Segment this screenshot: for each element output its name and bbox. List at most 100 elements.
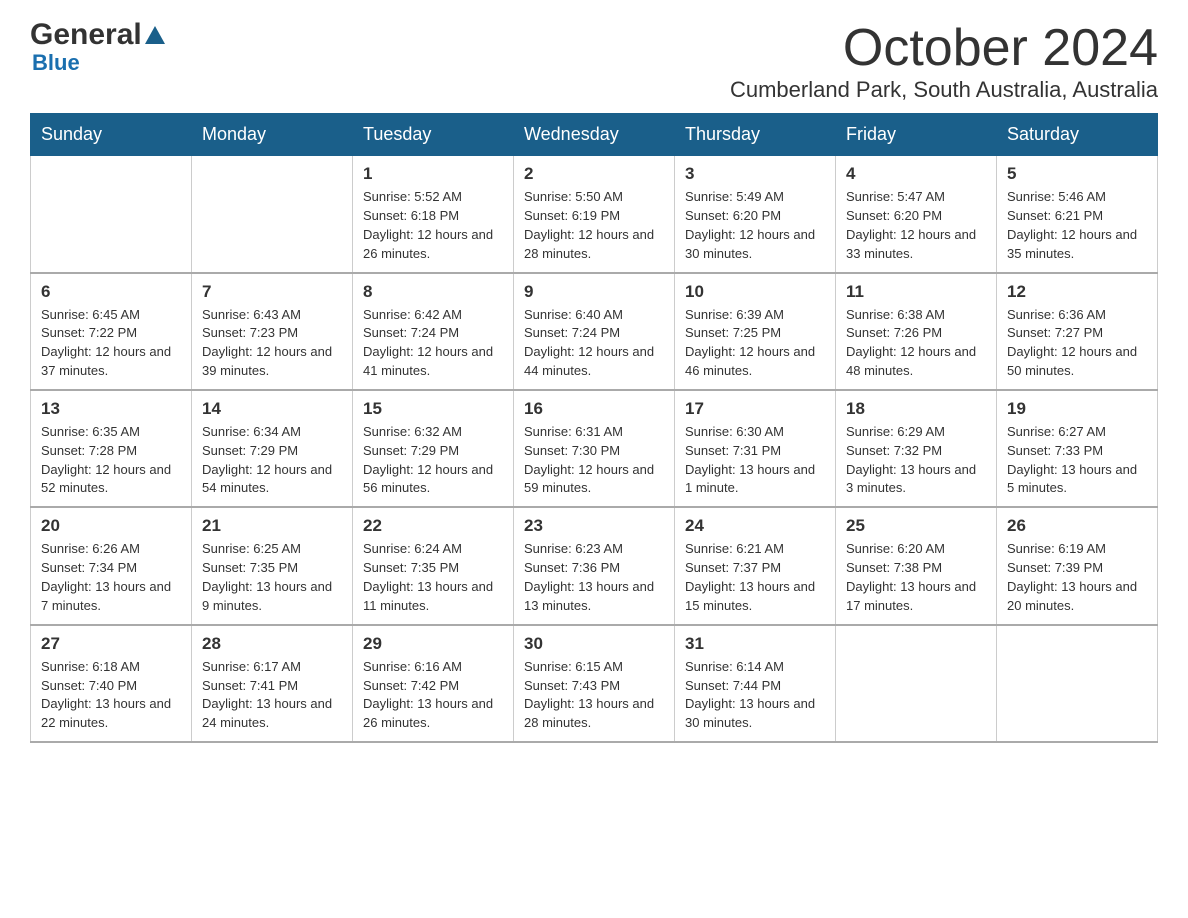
day-info: Sunrise: 5:46 AM Sunset: 6:21 PM Dayligh… — [1007, 188, 1147, 263]
calendar-cell — [836, 625, 997, 742]
day-info: Sunrise: 6:31 AM Sunset: 7:30 PM Dayligh… — [524, 423, 664, 498]
day-number: 19 — [1007, 399, 1147, 419]
title-area: October 2024 Cumberland Park, South Aust… — [730, 20, 1158, 103]
day-info: Sunrise: 6:18 AM Sunset: 7:40 PM Dayligh… — [41, 658, 181, 733]
calendar-cell: 28 Sunrise: 6:17 AM Sunset: 7:41 PM Dayli… — [192, 625, 353, 742]
month-title: October 2024 — [730, 20, 1158, 77]
calendar-cell: 26Sunrise: 6:19 AM Sunset: 7:39 PM Dayli… — [997, 507, 1158, 624]
day-number: 8 — [363, 282, 503, 302]
day-info: Sunrise: 6:29 AM Sunset: 7:32 PM Dayligh… — [846, 423, 986, 498]
day-info: Sunrise: 6:16 AM Sunset: 7:42 PM Dayligh… — [363, 658, 503, 733]
day-number: 26 — [1007, 516, 1147, 536]
day-number: 10 — [685, 282, 825, 302]
day-info: Sunrise: 6:35 AM Sunset: 7:28 PM Dayligh… — [41, 423, 181, 498]
day-info: Sunrise: 6:27 AM Sunset: 7:33 PM Dayligh… — [1007, 423, 1147, 498]
day-number: 2 — [524, 164, 664, 184]
day-info: Sunrise: 6:15 AM Sunset: 7:43 PM Dayligh… — [524, 658, 664, 733]
day-info: Sunrise: 6:38 AM Sunset: 7:26 PM Dayligh… — [846, 306, 986, 381]
day-number: 24 — [685, 516, 825, 536]
day-number: 17 — [685, 399, 825, 419]
col-header-saturday: Saturday — [997, 114, 1158, 156]
col-header-tuesday: Tuesday — [353, 114, 514, 156]
calendar-cell: 31 Sunrise: 6:14 AM Sunset: 7:44 PM Dayli… — [675, 625, 836, 742]
day-number: 20 — [41, 516, 181, 536]
day-number: 9 — [524, 282, 664, 302]
calendar-cell: 6 Sunrise: 6:45 AM Sunset: 7:22 PM Daylig… — [31, 273, 192, 390]
logo-triangle-icon — [145, 26, 165, 44]
calendar-cell: 3 Sunrise: 5:49 AM Sunset: 6:20 PM Daylig… — [675, 156, 836, 273]
day-number: 16 — [524, 399, 664, 419]
day-info: Sunrise: 6:36 AM Sunset: 7:27 PM Dayligh… — [1007, 306, 1147, 381]
day-number: 29 — [363, 634, 503, 654]
calendar-cell: 16 Sunrise: 6:31 AM Sunset: 7:30 PM Dayli… — [514, 390, 675, 507]
calendar-cell: 22 Sunrise: 6:24 AM Sunset: 7:35 PM Dayli… — [353, 507, 514, 624]
day-info: Sunrise: 6:30 AM Sunset: 7:31 PM Dayligh… — [685, 423, 825, 498]
day-info: Sunrise: 6:34 AM Sunset: 7:29 PM Dayligh… — [202, 423, 342, 498]
calendar-cell: 7 Sunrise: 6:43 AM Sunset: 7:23 PM Daylig… — [192, 273, 353, 390]
day-info: Sunrise: 6:26 AM Sunset: 7:34 PM Dayligh… — [41, 540, 181, 615]
calendar-cell: 29 Sunrise: 6:16 AM Sunset: 7:42 PM Dayli… — [353, 625, 514, 742]
calendar-cell: 1 Sunrise: 5:52 AM Sunset: 6:18 PM Daylig… — [353, 156, 514, 273]
day-number: 13 — [41, 399, 181, 419]
col-header-friday: Friday — [836, 114, 997, 156]
day-number: 18 — [846, 399, 986, 419]
calendar-cell: 9 Sunrise: 6:40 AM Sunset: 7:24 PM Daylig… — [514, 273, 675, 390]
day-number: 28 — [202, 634, 342, 654]
day-info: Sunrise: 6:39 AM Sunset: 7:25 PM Dayligh… — [685, 306, 825, 381]
calendar-cell: 11 Sunrise: 6:38 AM Sunset: 7:26 PM Dayli… — [836, 273, 997, 390]
week-row-5: 27Sunrise: 6:18 AM Sunset: 7:40 PM Dayli… — [31, 625, 1158, 742]
day-info: Sunrise: 6:32 AM Sunset: 7:29 PM Dayligh… — [363, 423, 503, 498]
day-number: 22 — [363, 516, 503, 536]
calendar-cell: 19 Sunrise: 6:27 AM Sunset: 7:33 PM Dayli… — [997, 390, 1158, 507]
calendar-header-row: SundayMondayTuesdayWednesdayThursdayFrid… — [31, 114, 1158, 156]
day-info: Sunrise: 6:24 AM Sunset: 7:35 PM Dayligh… — [363, 540, 503, 615]
day-info: Sunrise: 5:52 AM Sunset: 6:18 PM Dayligh… — [363, 188, 503, 263]
logo-blue-text: Blue — [32, 50, 80, 75]
calendar-cell: 2Sunrise: 5:50 AM Sunset: 6:19 PM Daylig… — [514, 156, 675, 273]
day-info: Sunrise: 6:23 AM Sunset: 7:36 PM Dayligh… — [524, 540, 664, 615]
day-info: Sunrise: 5:47 AM Sunset: 6:20 PM Dayligh… — [846, 188, 986, 263]
day-number: 11 — [846, 282, 986, 302]
day-number: 30 — [524, 634, 664, 654]
day-number: 31 — [685, 634, 825, 654]
calendar-cell: 5 Sunrise: 5:46 AM Sunset: 6:21 PM Daylig… — [997, 156, 1158, 273]
day-info: Sunrise: 6:43 AM Sunset: 7:23 PM Dayligh… — [202, 306, 342, 381]
week-row-4: 20 Sunrise: 6:26 AM Sunset: 7:34 PM Dayli… — [31, 507, 1158, 624]
calendar-cell: 20 Sunrise: 6:26 AM Sunset: 7:34 PM Dayli… — [31, 507, 192, 624]
day-number: 25 — [846, 516, 986, 536]
calendar-cell: 18 Sunrise: 6:29 AM Sunset: 7:32 PM Dayli… — [836, 390, 997, 507]
day-number: 21 — [202, 516, 342, 536]
day-info: Sunrise: 6:14 AM Sunset: 7:44 PM Dayligh… — [685, 658, 825, 733]
day-number: 14 — [202, 399, 342, 419]
day-info: Sunrise: 6:17 AM Sunset: 7:41 PM Dayligh… — [202, 658, 342, 733]
day-number: 3 — [685, 164, 825, 184]
calendar-cell: 15 Sunrise: 6:32 AM Sunset: 7:29 PM Dayli… — [353, 390, 514, 507]
week-row-2: 6 Sunrise: 6:45 AM Sunset: 7:22 PM Daylig… — [31, 273, 1158, 390]
day-number: 15 — [363, 399, 503, 419]
day-info: Sunrise: 6:42 AM Sunset: 7:24 PM Dayligh… — [363, 306, 503, 381]
calendar-cell: 12Sunrise: 6:36 AM Sunset: 7:27 PM Dayli… — [997, 273, 1158, 390]
calendar-cell: 13 Sunrise: 6:35 AM Sunset: 7:28 PM Dayli… — [31, 390, 192, 507]
calendar-cell: 10 Sunrise: 6:39 AM Sunset: 7:25 PM Dayli… — [675, 273, 836, 390]
day-number: 6 — [41, 282, 181, 302]
calendar-cell — [192, 156, 353, 273]
day-info: Sunrise: 6:45 AM Sunset: 7:22 PM Dayligh… — [41, 306, 181, 381]
col-header-thursday: Thursday — [675, 114, 836, 156]
col-header-sunday: Sunday — [31, 114, 192, 156]
calendar-cell: 24Sunrise: 6:21 AM Sunset: 7:37 PM Dayli… — [675, 507, 836, 624]
day-info: Sunrise: 6:40 AM Sunset: 7:24 PM Dayligh… — [524, 306, 664, 381]
page-header: General Blue October 2024 Cumberland Par… — [30, 20, 1158, 103]
calendar-cell: 27Sunrise: 6:18 AM Sunset: 7:40 PM Dayli… — [31, 625, 192, 742]
day-number: 23 — [524, 516, 664, 536]
day-number: 7 — [202, 282, 342, 302]
day-number: 4 — [846, 164, 986, 184]
calendar-cell — [997, 625, 1158, 742]
day-number: 1 — [363, 164, 503, 184]
calendar-cell: 23 Sunrise: 6:23 AM Sunset: 7:36 PM Dayli… — [514, 507, 675, 624]
day-number: 5 — [1007, 164, 1147, 184]
location-subtitle: Cumberland Park, South Australia, Austra… — [730, 77, 1158, 103]
day-info: Sunrise: 5:49 AM Sunset: 6:20 PM Dayligh… — [685, 188, 825, 263]
calendar-cell: 25Sunrise: 6:20 AM Sunset: 7:38 PM Dayli… — [836, 507, 997, 624]
week-row-1: 1 Sunrise: 5:52 AM Sunset: 6:18 PM Daylig… — [31, 156, 1158, 273]
calendar-cell: 8 Sunrise: 6:42 AM Sunset: 7:24 PM Daylig… — [353, 273, 514, 390]
